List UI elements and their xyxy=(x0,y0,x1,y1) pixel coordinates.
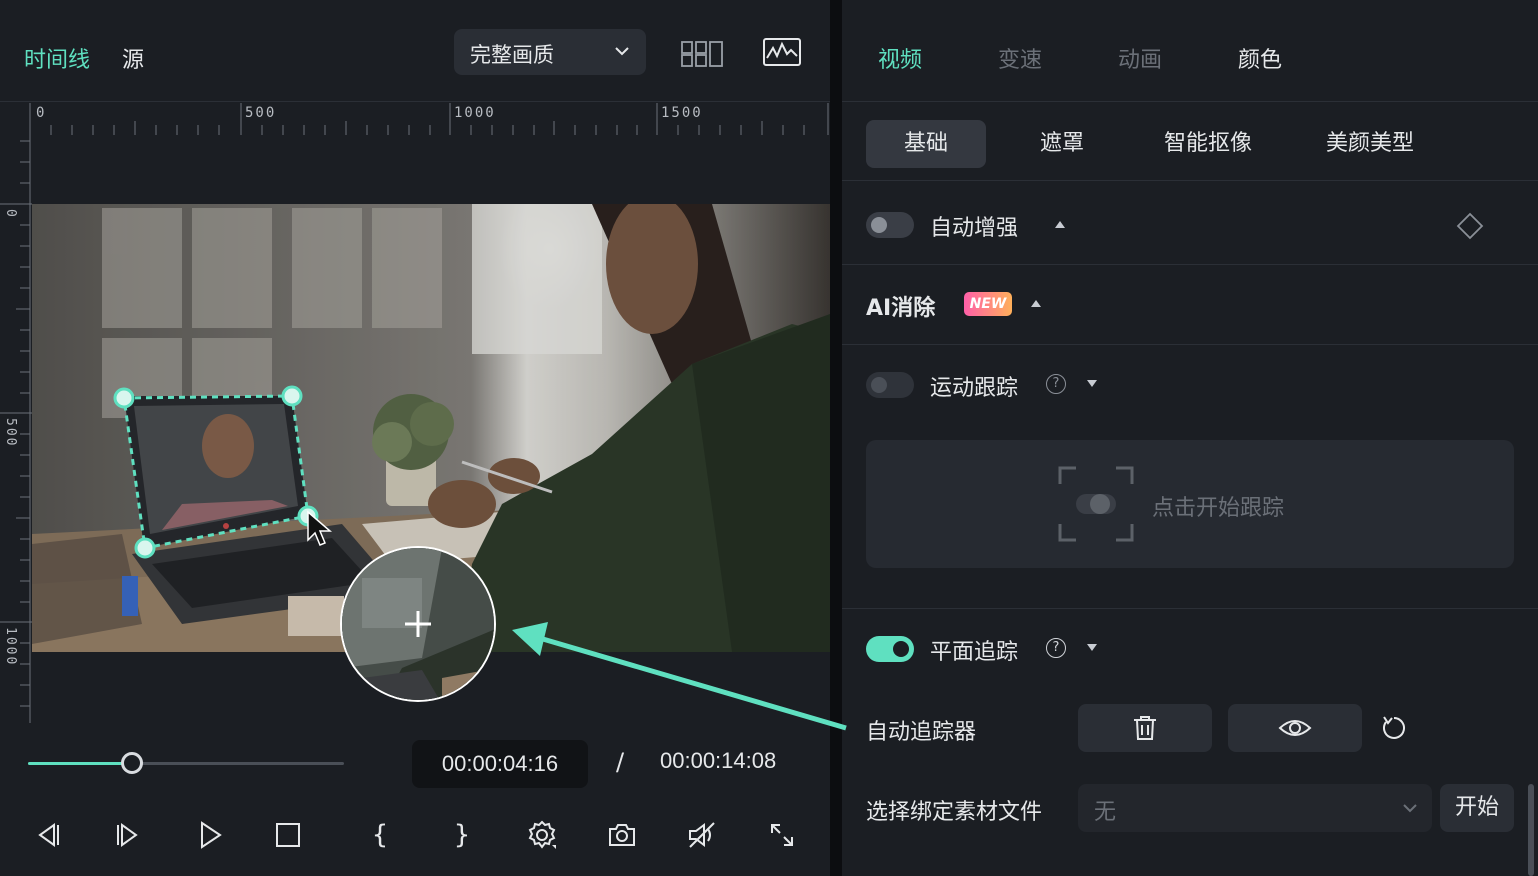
preview-tracker-button[interactable] xyxy=(1228,704,1362,752)
tab-color[interactable]: 颜色 xyxy=(1238,42,1282,74)
planar-track-label: 平面追踪 xyxy=(930,640,1019,665)
start-tracking-area[interactable]: 点击开始跟踪 xyxy=(866,440,1514,568)
caret-down-icon[interactable] xyxy=(1087,380,1097,387)
subtab-mask[interactable]: 遮罩 xyxy=(1010,120,1114,168)
row-divider xyxy=(842,264,1538,265)
next-frame-icon xyxy=(117,823,138,847)
magnifier-lens xyxy=(340,546,496,702)
next-frame-button[interactable] xyxy=(108,814,148,856)
snapshot-icon xyxy=(609,824,635,846)
subtab-smart-cutout[interactable]: 智能抠像 xyxy=(1138,120,1278,168)
bind-file-label: 选择绑定素材文件 xyxy=(866,800,1043,825)
stop-icon xyxy=(276,823,300,847)
bind-file-select-value: 无 xyxy=(1094,800,1117,825)
properties-panel: 视频 变速 动画 颜色 基础 遮罩 智能抠像 美颜美型 自动增强 AI消除 NE… xyxy=(842,0,1538,876)
crosshair-plus-icon xyxy=(405,611,431,637)
mouse-cursor-icon xyxy=(307,510,333,546)
reset-icon[interactable] xyxy=(1380,714,1408,742)
trash-icon xyxy=(1134,716,1156,740)
caret-down-icon[interactable] xyxy=(1087,644,1097,651)
playback-progress[interactable] xyxy=(28,752,344,774)
total-timecode: 00:00:14:08 xyxy=(660,748,777,773)
property-subtabs: 基础 遮罩 智能抠像 美颜美型 xyxy=(842,103,1538,181)
planar-track-toggle[interactable] xyxy=(866,636,914,662)
keyframe-diamond-icon[interactable] xyxy=(1456,212,1484,240)
track-handle-tl xyxy=(113,387,135,409)
mark-in-icon: { xyxy=(372,820,388,850)
motion-track-toggle[interactable] xyxy=(866,372,914,398)
start-tracking-button[interactable]: 开始 xyxy=(1440,784,1514,832)
audio-mute-icon xyxy=(689,822,715,848)
fullscreen-icon xyxy=(771,824,793,846)
fullscreen-button[interactable] xyxy=(762,814,802,856)
track-handle-bl xyxy=(134,537,156,559)
panel-scrollbar[interactable] xyxy=(1528,784,1534,876)
auto-enhance-toggle[interactable] xyxy=(866,212,914,238)
settings-icon xyxy=(528,820,556,849)
start-tracking-label: 点击开始跟踪 xyxy=(1152,496,1285,521)
tab-animation[interactable]: 动画 xyxy=(1118,42,1162,74)
snapshot-button[interactable] xyxy=(602,814,642,856)
subtab-beauty[interactable]: 美颜美型 xyxy=(1300,120,1440,168)
delete-tracker-button[interactable] xyxy=(1078,704,1212,752)
caret-up-icon[interactable] xyxy=(1055,221,1065,228)
row-divider xyxy=(842,608,1538,609)
mark-out-button[interactable]: } xyxy=(442,814,482,856)
current-timecode[interactable]: 00:00:04:16 xyxy=(412,740,588,788)
eye-icon xyxy=(1278,720,1312,736)
tab-speed[interactable]: 变速 xyxy=(998,42,1042,74)
ai-remove-label: AI消除 xyxy=(866,296,936,321)
bind-file-select[interactable]: 无 xyxy=(1078,784,1432,832)
track-handle-tr xyxy=(281,385,303,407)
prev-frame-icon xyxy=(38,823,59,847)
render-settings-button[interactable] xyxy=(522,814,562,856)
row-divider xyxy=(842,344,1538,345)
panel-divider[interactable] xyxy=(830,0,842,876)
stop-button[interactable] xyxy=(268,814,308,856)
audio-mute-button[interactable] xyxy=(682,814,722,856)
subtab-basic[interactable]: 基础 xyxy=(866,120,986,168)
playback-progress-fill xyxy=(28,762,133,765)
property-tabs: 视频 变速 动画 颜色 xyxy=(842,0,1538,102)
play-icon xyxy=(201,821,222,849)
tracking-target-icon xyxy=(1058,466,1134,542)
help-icon[interactable]: ? xyxy=(1046,374,1066,394)
timecode-separator: / xyxy=(616,748,625,776)
tab-video[interactable]: 视频 xyxy=(878,42,922,74)
caret-up-icon[interactable] xyxy=(1031,300,1041,307)
auto-enhance-label: 自动增强 xyxy=(930,216,1019,241)
mark-in-button[interactable]: { xyxy=(360,814,400,856)
new-badge: NEW xyxy=(964,292,1012,316)
prev-frame-button[interactable] xyxy=(28,814,68,856)
chevron-down-icon xyxy=(1403,804,1417,813)
auto-tracker-label: 自动追踪器 xyxy=(866,720,977,745)
motion-track-label: 运动跟踪 xyxy=(930,376,1019,401)
play-button[interactable] xyxy=(190,814,230,856)
mark-out-icon: } xyxy=(454,820,470,850)
help-icon[interactable]: ? xyxy=(1046,638,1066,658)
player-panel: 时间线 源 完整画质 0 500 1000 1500 0 500 1000 00… xyxy=(0,0,830,876)
